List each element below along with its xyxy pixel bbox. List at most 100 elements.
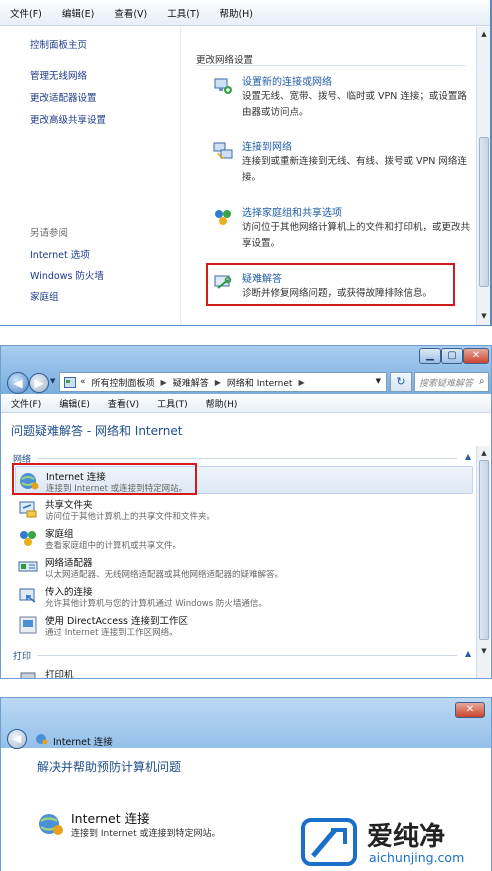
see-also-homegroup[interactable]: 家庭组 <box>30 289 59 303</box>
list-item-shared-folders[interactable]: 共享文件夹 访问位于其他计算机上的共享文件和文件夹。 <box>15 495 473 523</box>
menu-edit[interactable]: 编辑(E) <box>59 397 90 410</box>
group-divider <box>37 458 457 459</box>
scrollbar-vertical[interactable]: ▲ ▼ <box>476 446 490 678</box>
back-arrow-icon[interactable]: ◀ <box>7 372 29 394</box>
menu-help[interactable]: 帮助(H) <box>219 6 253 20</box>
highlight-box-internet <box>12 463 197 495</box>
shared-folder-icon <box>19 501 37 518</box>
scroll-thumb[interactable] <box>479 460 489 640</box>
scroll-down-arrow-icon[interactable]: ▼ <box>479 646 489 656</box>
network-adapter-icon <box>18 561 38 572</box>
see-also-heading: 另请参阅 <box>30 228 69 239</box>
scroll-up-arrow-icon[interactable]: ▲ <box>479 29 489 39</box>
nav-control-panel-home[interactable]: 控制面板主页 <box>30 37 87 51</box>
task-homegroup-sharing: 选择家庭组和共享选项 访问位于其他网络计算机上的文件和打印机，或更改共享设置。 <box>208 204 470 252</box>
breadcrumb-overflow[interactable]: « <box>80 377 86 387</box>
task-setup-connection: 设置新的连接或网络 设置无线、宽带、拨号、临时或 VPN 连接；或设置路由器或访… <box>208 73 470 121</box>
menu-view[interactable]: 查看(V) <box>108 397 139 410</box>
recent-pages-chevron-icon[interactable]: ▼ <box>50 377 55 385</box>
menu-help[interactable]: 帮助(H) <box>206 397 238 410</box>
item-title: 传入的连接 <box>45 587 93 598</box>
menu-edit[interactable]: 编辑(E) <box>62 6 94 20</box>
menu-file[interactable]: 文件(F) <box>11 397 41 410</box>
see-also-firewall[interactable]: Windows 防火墙 <box>30 268 104 282</box>
internet-connection-icon <box>36 734 48 745</box>
list-item-network-adapter[interactable]: 网络适配器 以太网适配器、无线网络适配器或其他网络适配器的疑难解答。 <box>15 553 473 581</box>
internet-connection-large-icon <box>39 814 63 835</box>
watermark-url: aichunjing.com <box>369 850 465 865</box>
search-icon[interactable]: ⌕ <box>479 376 485 387</box>
nav-adapter-settings[interactable]: 更改适配器设置 <box>30 90 97 104</box>
list-item-homegroup[interactable]: 家庭组 查看家庭组中的计算机或共享文件。 <box>15 524 473 552</box>
close-button[interactable]: ✕ <box>463 348 489 364</box>
item-desc: 查看家庭组中的计算机或共享文件。 <box>45 541 182 551</box>
back-arrow-icon[interactable]: ◀ <box>7 729 27 749</box>
breadcrumb-all-items[interactable]: 所有控制面板项 <box>92 376 155 389</box>
menu-file[interactable]: 文件(F) <box>10 6 42 20</box>
scrollbar-vertical[interactable]: ▲ ▼ <box>476 27 490 325</box>
section-heading: 更改网络设置 <box>196 55 254 66</box>
control-panel-network-center: 文件(F) 编辑(E) 查看(V) 工具(T) 帮助(H) 控制面板主页 管理无… <box>0 0 492 326</box>
watermark-brand: 爱纯净 <box>367 822 446 852</box>
scroll-down-arrow-icon[interactable]: ▼ <box>479 311 489 321</box>
task-connect-network-link[interactable]: 连接到网络 <box>242 138 292 153</box>
refresh-icon[interactable]: ↻ <box>390 372 412 392</box>
list-item-directaccess[interactable]: 使用 DirectAccess 连接到工作区 通过 Internet 连接到工作… <box>15 611 473 639</box>
group-divider <box>37 655 457 656</box>
connect-network-icon <box>213 142 233 159</box>
task-connect-network-desc: 连接到或重新连接到无线、有线、拨号或 VPN 网络连接。 <box>242 156 467 183</box>
item-desc: 允许其他计算机与您的计算机通过 Windows 防火墙通信。 <box>45 599 267 609</box>
address-bar[interactable]: « 所有控制面板项 ▶ 疑难解答 ▶ 网络和 Internet ▶ ▼ <box>59 372 387 392</box>
menu-bar: 文件(F) 编辑(E) 查看(V) 工具(T) 帮助(H) <box>1 395 491 413</box>
title-bar: ✕ ◀ Internet 连接 <box>1 698 491 749</box>
item-title: 打印机 <box>45 670 74 678</box>
item-title: 家庭组 <box>45 529 74 540</box>
left-nav-pane: 控制面板主页 管理无线网络 更改适配器设置 更改高级共享设置 另请参阅 Inte… <box>0 27 180 325</box>
breadcrumb-separator-icon[interactable]: ▶ <box>215 378 221 387</box>
task-connect-network: 连接到网络 连接到或重新连接到无线、有线、拨号或 VPN 网络连接。 <box>208 138 470 186</box>
minimize-button[interactable]: ▁ <box>419 348 441 364</box>
directaccess-icon <box>19 616 37 634</box>
wizard-item-title[interactable]: Internet 连接 <box>71 808 150 827</box>
menu-tools[interactable]: 工具(T) <box>167 6 199 20</box>
forward-arrow-icon[interactable]: ▶ <box>29 373 49 393</box>
task-homegroup-desc: 访问位于其他网络计算机上的文件和打印机，或更改共享设置。 <box>242 222 471 249</box>
list-item-printer[interactable]: 打印机 <box>15 662 473 678</box>
control-panel-icon <box>64 376 76 388</box>
troubleshooting-window: ▁ ▢ ✕ ◀ ▶ ▼ « 所有控制面板项 ▶ 疑难解答 ▶ 网络和 Inter… <box>0 345 492 679</box>
breadcrumb-network-internet[interactable]: 网络和 Internet <box>227 376 293 389</box>
see-also-internet-options[interactable]: Internet 选项 <box>30 247 90 261</box>
homegroup-icon <box>215 210 231 225</box>
maximize-button[interactable]: ▢ <box>441 348 463 364</box>
highlight-box-troubleshoot <box>206 263 455 306</box>
task-setup-connection-link[interactable]: 设置新的连接或网络 <box>242 73 332 88</box>
breadcrumb-separator-icon[interactable]: ▶ <box>298 378 304 387</box>
breadcrumb-separator-icon[interactable]: ▶ <box>161 378 167 387</box>
menu-tools[interactable]: 工具(T) <box>157 397 188 410</box>
close-button[interactable]: ✕ <box>455 702 485 718</box>
wizard-item-desc: 连接到 Internet 或连接到特定网站。 <box>71 829 221 839</box>
nav-advanced-sharing[interactable]: 更改高级共享设置 <box>30 112 106 126</box>
search-input[interactable]: 搜索疑难解答 <box>414 372 489 392</box>
menu-view[interactable]: 查看(V) <box>114 6 147 20</box>
title-bar: ▁ ▢ ✕ ◀ ▶ ▼ « 所有控制面板项 ▶ 疑难解答 ▶ 网络和 Inter… <box>1 346 491 394</box>
collapse-chevron-icon[interactable]: ▲ <box>465 649 471 658</box>
item-desc: 访问位于其他计算机上的共享文件和文件夹。 <box>45 512 216 522</box>
scroll-up-arrow-icon[interactable]: ▲ <box>479 448 489 458</box>
item-desc: 以太网适配器、无线网络适配器或其他网络适配器的疑难解答。 <box>45 570 284 580</box>
homegroup-icon <box>20 531 36 546</box>
breadcrumb-troubleshooting[interactable]: 疑难解答 <box>173 376 209 389</box>
wizard-title: Internet 连接 <box>53 737 113 748</box>
item-title: 使用 DirectAccess 连接到工作区 <box>45 616 189 627</box>
task-homegroup-link[interactable]: 选择家庭组和共享选项 <box>242 204 342 219</box>
item-title: 共享文件夹 <box>45 500 93 511</box>
incoming-connection-icon <box>19 588 36 603</box>
nav-manage-wireless[interactable]: 管理无线网络 <box>30 68 87 82</box>
address-dropdown-icon[interactable]: ▼ <box>376 377 381 385</box>
item-desc: 通过 Internet 连接到工作区网络。 <box>45 628 178 638</box>
scroll-thumb[interactable] <box>479 137 489 287</box>
collapse-chevron-icon[interactable]: ▲ <box>465 452 471 461</box>
menu-bar: 文件(F) 编辑(E) 查看(V) 工具(T) 帮助(H) <box>0 0 490 26</box>
list-item-incoming-connections[interactable]: 传入的连接 允许其他计算机与您的计算机通过 Windows 防火墙通信。 <box>15 582 473 610</box>
group-header-print: 打印 <box>13 652 32 662</box>
